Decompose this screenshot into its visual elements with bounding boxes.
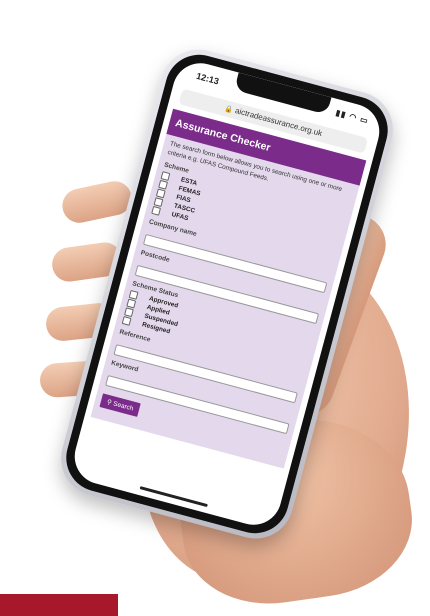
checkbox[interactable] <box>121 315 132 326</box>
checkbox[interactable] <box>156 188 166 198</box>
search-icon: ⚲ <box>106 398 113 407</box>
checkbox[interactable] <box>126 298 137 308</box>
checkbox[interactable] <box>128 289 139 300</box>
checkbox[interactable] <box>124 306 134 317</box>
status-icons: ▮▮ ◠ ▭ <box>334 108 370 126</box>
checkbox[interactable] <box>158 179 169 190</box>
status-time: 12:13 <box>195 70 221 87</box>
search-button[interactable]: ⚲ Search <box>99 393 141 417</box>
corner-accent-bar <box>0 594 118 616</box>
checkbox[interactable] <box>151 205 162 216</box>
checkbox[interactable] <box>160 170 171 181</box>
lock-icon: 🔒 <box>223 105 234 115</box>
checkbox[interactable] <box>153 196 164 207</box>
search-button-label: Search <box>112 400 135 413</box>
home-indicator <box>139 486 208 508</box>
